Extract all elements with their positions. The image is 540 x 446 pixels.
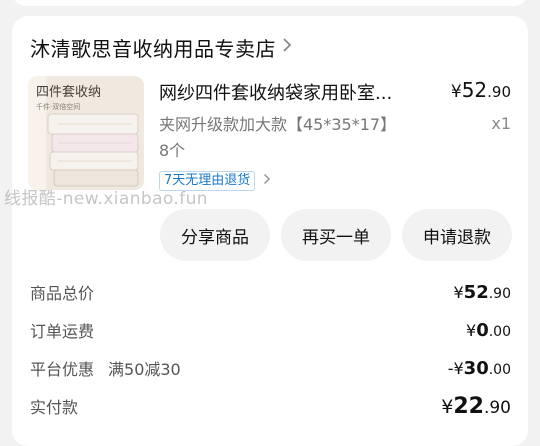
request-refund-button[interactable]: 申请退款 [402, 209, 512, 261]
chevron-right-icon [282, 37, 292, 57]
discount-value: -¥30.00 [447, 357, 511, 379]
goods-total-label: 商品总价 [30, 284, 95, 303]
product-title[interactable]: 网纱四件套收纳袋家用卧室... [159, 79, 429, 105]
chevron-right-icon [263, 173, 271, 189]
order-card: 沐清歌思音收纳用品专卖店 四件套收纳 千件·双倍空间 网纱四件套收纳袋家用卧室.… [12, 16, 528, 446]
shipping-label: 订单运费 [30, 322, 95, 341]
service-tag-row[interactable]: 7天无理由退货 [159, 171, 271, 191]
shipping-value: ¥0.00 [466, 319, 511, 341]
share-product-button[interactable]: 分享商品 [160, 209, 270, 261]
shop-name: 沐清歌思音收纳用品专卖店 [30, 36, 276, 61]
spec-line-1: 夹网升级款加大款【45*35*17】 [159, 115, 397, 134]
discount-label: 平台优惠 [30, 360, 95, 379]
product-quantity: x1 [491, 114, 511, 133]
paid-value: ¥22.90 [441, 393, 511, 419]
thumb-text: 四件套收纳 [36, 84, 101, 100]
product-spec: 夹网升级款加大款【45*35*17】 8个 [159, 112, 409, 164]
product-price: ¥52.90 [450, 78, 511, 102]
paid-row: 实付款 ¥22.90 [30, 392, 511, 420]
goods-total-value: ¥52.90 [453, 281, 511, 303]
shop-header[interactable]: 沐清歌思音收纳用品专卖店 [30, 32, 292, 62]
return-policy-badge: 7天无理由退货 [159, 171, 256, 191]
paid-label: 实付款 [30, 398, 79, 417]
thumb-subtext: 千件·双倍空间 [36, 102, 80, 111]
buy-again-button[interactable]: 再买一单 [281, 209, 391, 261]
shipping-row: 订单运费 ¥0.00 [30, 316, 511, 344]
goods-total-row: 商品总价 ¥52.90 [30, 278, 511, 306]
previous-card-edge [12, 0, 528, 6]
discount-promo: 满50减30 [108, 360, 181, 379]
discount-row: 平台优惠 满50减30 -¥30.00 [30, 354, 511, 382]
product-thumbnail[interactable]: 四件套收纳 千件·双倍空间 [28, 76, 144, 190]
spec-line-2: 8个 [159, 141, 186, 160]
